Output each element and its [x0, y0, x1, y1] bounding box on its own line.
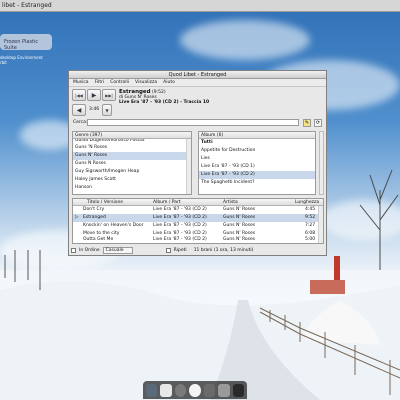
track-artist-cell: Guns N' Roses [223, 207, 256, 212]
chevron-down-icon: ▼ [105, 108, 109, 113]
album-item[interactable]: Live Era '87 - '93 (CD 1) [199, 163, 315, 171]
refresh-icon[interactable]: ⟳ [314, 119, 322, 127]
now-playing-icon: ▷ [75, 215, 79, 220]
menu-bar: Musica Filtri Controlli Visualizza Aiuto [69, 79, 326, 87]
next-icon: ▶▶| [105, 93, 113, 98]
penguin-icon[interactable] [189, 383, 201, 397]
genre-item[interactable]: Haley James Scott [73, 176, 191, 184]
track-artist-cell: Guns N' Roses [223, 215, 256, 220]
menu-visualizza[interactable]: Visualizza [135, 79, 157, 86]
track-length-cell: 9:52 [305, 215, 316, 220]
library-summary: 11 brani (1 ora, 13 minuti) [193, 248, 254, 253]
desktop-caption-line2: rbit [0, 60, 7, 65]
album-scrollbar[interactable] [319, 131, 324, 195]
menu-aiuto[interactable]: Aiuto [163, 79, 175, 86]
track-artist-cell: Guns N' Roses [223, 237, 256, 242]
globe-icon[interactable] [174, 383, 187, 397]
column-artist[interactable]: Artista [223, 199, 238, 206]
window-title: Quod Libet - Estranged [168, 72, 227, 78]
album-item[interactable]: Lies [199, 155, 315, 163]
track-title-cell: Knockin' on Heaven's Door [83, 223, 144, 228]
track-album-cell: Live Era '87 - '93 (CD 2) [153, 207, 207, 212]
repeat-checkbox[interactable] [165, 248, 171, 253]
album-item[interactable]: Appetite for Destruction [199, 147, 315, 155]
previous-icon: |◀◀ [75, 93, 83, 98]
desktop-widget[interactable]: Frozen Plastic Suite [0, 34, 52, 51]
search-input[interactable] [87, 119, 299, 126]
previous-button[interactable]: |◀◀ [72, 89, 86, 101]
genre-scrollbar[interactable] [186, 139, 191, 194]
track-list-scrollbar[interactable] [318, 206, 323, 243]
volume-button[interactable]: ◀ [72, 104, 86, 116]
panel-window-title: libet - Estranged [2, 2, 52, 9]
top-panel: libet - Estranged [0, 0, 400, 12]
album-item[interactable]: Tutti [199, 139, 315, 147]
document-icon[interactable] [160, 383, 172, 397]
track-title-cell: Outta Get Me [83, 237, 114, 242]
column-length[interactable]: Lunghezza [295, 199, 319, 206]
genre-header[interactable]: Genre (397) [73, 132, 191, 139]
genre-pane: Genre (397) Guido Dugentemonarco Fossat … [72, 131, 192, 195]
track-length-cell: 5:00 [305, 237, 316, 242]
track-album: Live Era '87 - '93 (CD 2) - Traccia 10 [119, 100, 210, 105]
dock [143, 381, 247, 399]
order-label: In Ordine [79, 248, 100, 253]
desktop-widget-label: Frozen Plastic Suite [4, 39, 39, 51]
track-album-cell: Live Era '87 - '93 (CD 2) [153, 223, 207, 228]
track-row[interactable]: Don't Cry Live Era '87 - '93 (CD 2) Guns… [73, 206, 318, 214]
track-list: Titolo / Versione Album / Part Artista L… [72, 198, 324, 244]
play-button[interactable]: ▶ [87, 89, 101, 101]
menu-musica[interactable]: Musica [73, 79, 89, 86]
genre-item[interactable]: Guns N Roses [73, 160, 191, 168]
track-list-header: Titolo / Versione Album / Part Artista L… [73, 199, 323, 206]
menu-controlli[interactable]: Controlli [110, 79, 129, 86]
menu-filtri[interactable]: Filtri [95, 79, 105, 86]
album-header[interactable]: Album (6) [199, 132, 315, 139]
speaker-icon: ◀ [76, 107, 82, 114]
elapsed-time: 3:46 [89, 107, 100, 112]
status-bar: In Ordine Casuale Ripeti 11 brani (1 ora… [71, 247, 253, 254]
track-title-cell: Don't Cry [83, 207, 105, 212]
track-album-cell: Live Era '87 - '93 (CD 2) [153, 237, 207, 242]
track-artist-cell: Guns N' Roses [223, 223, 256, 228]
column-title[interactable]: Titolo / Versione [87, 199, 123, 206]
next-button[interactable]: ▶▶| [102, 89, 116, 101]
genre-item-selected[interactable]: Guns N' Roses [73, 152, 191, 160]
time-menu-button[interactable]: ▼ [102, 104, 112, 116]
column-album[interactable]: Album / Part [153, 199, 181, 206]
genre-item[interactable]: Guy Sigsworth/Imogen Heap [73, 168, 191, 176]
album-item[interactable]: The Spaghetti Incident? [199, 179, 315, 187]
genre-item[interactable]: Hanson [73, 184, 191, 192]
track-title-cell: Estranged [83, 215, 106, 220]
genre-item[interactable]: Guns 'N Roses [73, 144, 191, 152]
terminal-icon[interactable] [232, 383, 244, 397]
search-icon[interactable]: ✎ [303, 119, 311, 127]
window-titlebar[interactable]: Quod Libet - Estranged [69, 71, 326, 79]
track-row[interactable]: Outta Get Me Live Era '87 - '93 (CD 2) G… [73, 237, 318, 242]
track-length-cell: 7:27 [305, 223, 316, 228]
track-row[interactable]: Knockin' on Heaven's Door Live Era '87 -… [73, 222, 318, 230]
settings-icon[interactable] [218, 383, 230, 397]
quod-libet-window: Quod Libet - Estranged Musica Filtri Con… [68, 70, 327, 256]
desktop-caption: desktop Environment rbit [0, 55, 43, 65]
track-row-playing[interactable]: ▷ Estranged Live Era '87 - '93 (CD 2) Gu… [73, 214, 318, 222]
now-playing-info: Estranged (9:52) di Guns N' Roses Live E… [119, 89, 210, 105]
bare-tree [359, 169, 399, 270]
play-icon: ▶ [91, 92, 97, 99]
snowy-landscape [0, 250, 400, 400]
album-item-selected[interactable]: Live Era '87 - '93 (CD 2) [199, 171, 315, 179]
search-label: Cerca: [73, 120, 88, 125]
tv-icon[interactable] [146, 383, 158, 397]
music-icon[interactable] [203, 383, 216, 397]
order-select[interactable]: Casuale [102, 247, 133, 254]
order-checkbox[interactable] [71, 248, 76, 253]
repeat-label: Ripeti [173, 248, 187, 253]
track-album-cell: Live Era '87 - '93 (CD 2) [153, 215, 207, 220]
track-length-cell: 4:45 [305, 207, 316, 212]
album-pane: Album (6) Tutti Appetite for Destruction… [198, 131, 316, 195]
